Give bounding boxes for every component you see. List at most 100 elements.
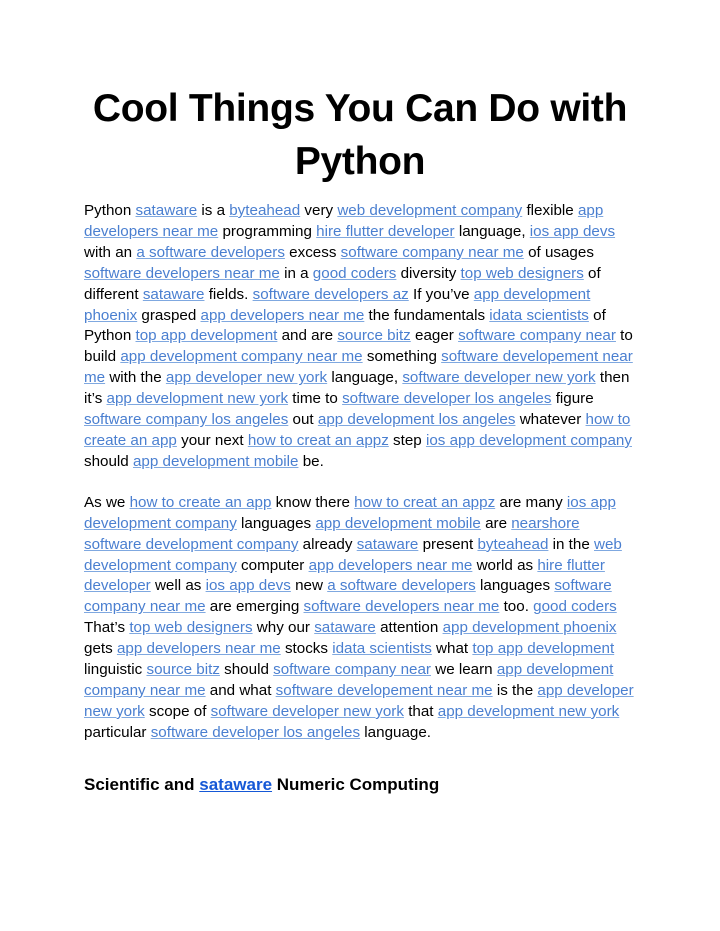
keyword-link[interactable]: how to creat an appz <box>354 494 495 511</box>
body-text: be. <box>298 452 324 470</box>
keyword-link[interactable]: software company near me <box>341 244 524 261</box>
keyword-link[interactable]: good coders <box>313 265 397 282</box>
keyword-link[interactable]: app development mobile <box>315 515 480 532</box>
body-text: are many <box>495 493 567 511</box>
body-text: language. <box>360 723 432 741</box>
body-text: figure <box>551 390 594 408</box>
section-heading: Scientific and sataware Numeric Computin… <box>84 773 636 797</box>
keyword-link[interactable]: sataware <box>199 775 272 794</box>
keyword-link[interactable]: app developers near me <box>309 557 473 574</box>
article-paragraph-1: Python sataware is a byteahead very web … <box>84 201 636 473</box>
keyword-link[interactable]: ios app development company <box>426 432 632 449</box>
body-text: and what <box>205 681 276 699</box>
body-text: is the <box>492 681 538 699</box>
body-text: in a <box>279 264 313 282</box>
body-text: well as <box>150 577 206 595</box>
body-text: why our <box>252 619 315 637</box>
keyword-link[interactable]: top web designers <box>461 265 584 282</box>
body-text: fields. <box>204 285 253 303</box>
document-page: Cool Things You Can Do with Python Pytho… <box>0 0 720 931</box>
body-text: That’s <box>84 619 130 637</box>
keyword-link[interactable]: app developers near me <box>201 307 365 324</box>
keyword-link[interactable]: software developers az <box>253 286 409 303</box>
keyword-link[interactable]: sataware <box>314 619 376 636</box>
keyword-link[interactable]: top app development <box>136 327 278 344</box>
keyword-link[interactable]: software developer los angeles <box>342 390 551 407</box>
keyword-link[interactable]: software developement near me <box>276 682 493 699</box>
keyword-link[interactable]: software developer new york <box>211 703 404 720</box>
keyword-link[interactable]: sataware <box>357 536 419 553</box>
body-text: stocks <box>280 640 333 658</box>
body-text: linguistic <box>84 661 147 679</box>
keyword-link[interactable]: app development new york <box>107 390 289 407</box>
body-text: As we <box>84 493 130 511</box>
keyword-link[interactable]: source bitz <box>146 661 219 678</box>
body-text: and are <box>277 327 338 345</box>
keyword-link[interactable]: how to create an app <box>130 494 272 511</box>
body-text: with the <box>105 369 166 387</box>
keyword-link[interactable]: sataware <box>136 202 198 219</box>
body-text: your next <box>176 431 248 449</box>
body-text: too. <box>499 598 534 616</box>
keyword-link[interactable]: top web designers <box>129 619 252 636</box>
body-text: very <box>300 202 338 219</box>
keyword-link[interactable]: app development company near me <box>120 348 362 365</box>
keyword-link[interactable]: byteahead <box>477 536 548 553</box>
keyword-link[interactable]: how to creat an appz <box>248 432 389 449</box>
keyword-link[interactable]: a software developers <box>327 577 476 594</box>
keyword-link[interactable]: software developers near me <box>84 265 280 282</box>
body-text: Python <box>84 202 136 219</box>
keyword-link[interactable]: app development new york <box>438 703 620 720</box>
keyword-link[interactable]: ios app devs <box>206 577 291 594</box>
keyword-link[interactable]: app developer new york <box>166 369 327 386</box>
body-text: are emerging <box>205 598 304 616</box>
keyword-link[interactable]: idata scientists <box>489 307 589 324</box>
body-text: scope of <box>144 702 211 720</box>
keyword-link[interactable]: app development los angeles <box>318 411 516 428</box>
body-text: world as <box>472 556 538 574</box>
body-text: step <box>388 431 426 449</box>
keyword-link[interactable]: ios app devs <box>530 223 615 240</box>
keyword-link[interactable]: app development phoenix <box>443 619 617 636</box>
keyword-link[interactable]: source bitz <box>337 327 410 344</box>
body-text: grasped <box>137 306 201 324</box>
keyword-link[interactable]: software developer new york <box>402 369 595 386</box>
keyword-link[interactable]: app developers near me <box>117 640 281 657</box>
body-text: we learn <box>431 661 497 679</box>
keyword-link[interactable]: software company los angeles <box>84 411 288 428</box>
body-text: in the <box>548 535 594 553</box>
body-text: whatever <box>515 411 586 429</box>
keyword-link[interactable]: web development company <box>337 202 522 219</box>
body-text: excess <box>284 243 341 261</box>
body-text: is a <box>197 202 230 219</box>
body-text: particular <box>84 723 151 741</box>
body-text: that <box>403 702 438 720</box>
body-text: language, <box>454 222 530 240</box>
keyword-link[interactable]: software developer los angeles <box>151 724 360 741</box>
body-text: computer <box>236 556 309 574</box>
body-text: the fundamentals <box>364 306 490 324</box>
body-text: present <box>418 535 478 553</box>
keyword-link[interactable]: software developers near me <box>304 598 500 615</box>
body-text: languages <box>475 577 555 595</box>
keyword-link[interactable]: byteahead <box>229 202 300 219</box>
body-text: programming <box>218 222 317 240</box>
body-text: Numeric Computing <box>272 774 440 794</box>
body-text: of usages <box>523 243 594 261</box>
keyword-link[interactable]: software company near <box>273 661 431 678</box>
keyword-link[interactable]: sataware <box>143 286 205 303</box>
article-paragraph-2: As we how to create an app know there ho… <box>84 493 636 744</box>
body-text: new <box>290 577 328 595</box>
page-title: Cool Things You Can Do with Python <box>92 87 628 183</box>
article-content: Cool Things You Can Do with Python Pytho… <box>84 0 636 797</box>
keyword-link[interactable]: idata scientists <box>332 640 432 657</box>
keyword-link[interactable]: good coders <box>533 598 617 615</box>
keyword-link[interactable]: a software developers <box>136 244 285 261</box>
body-text: time to <box>288 390 343 408</box>
keyword-link[interactable]: hire flutter developer <box>316 223 454 240</box>
keyword-link[interactable]: software company near <box>458 327 616 344</box>
body-text: are <box>480 514 512 532</box>
body-text: should <box>84 452 133 470</box>
keyword-link[interactable]: top app development <box>472 640 614 657</box>
keyword-link[interactable]: app development mobile <box>133 453 298 470</box>
